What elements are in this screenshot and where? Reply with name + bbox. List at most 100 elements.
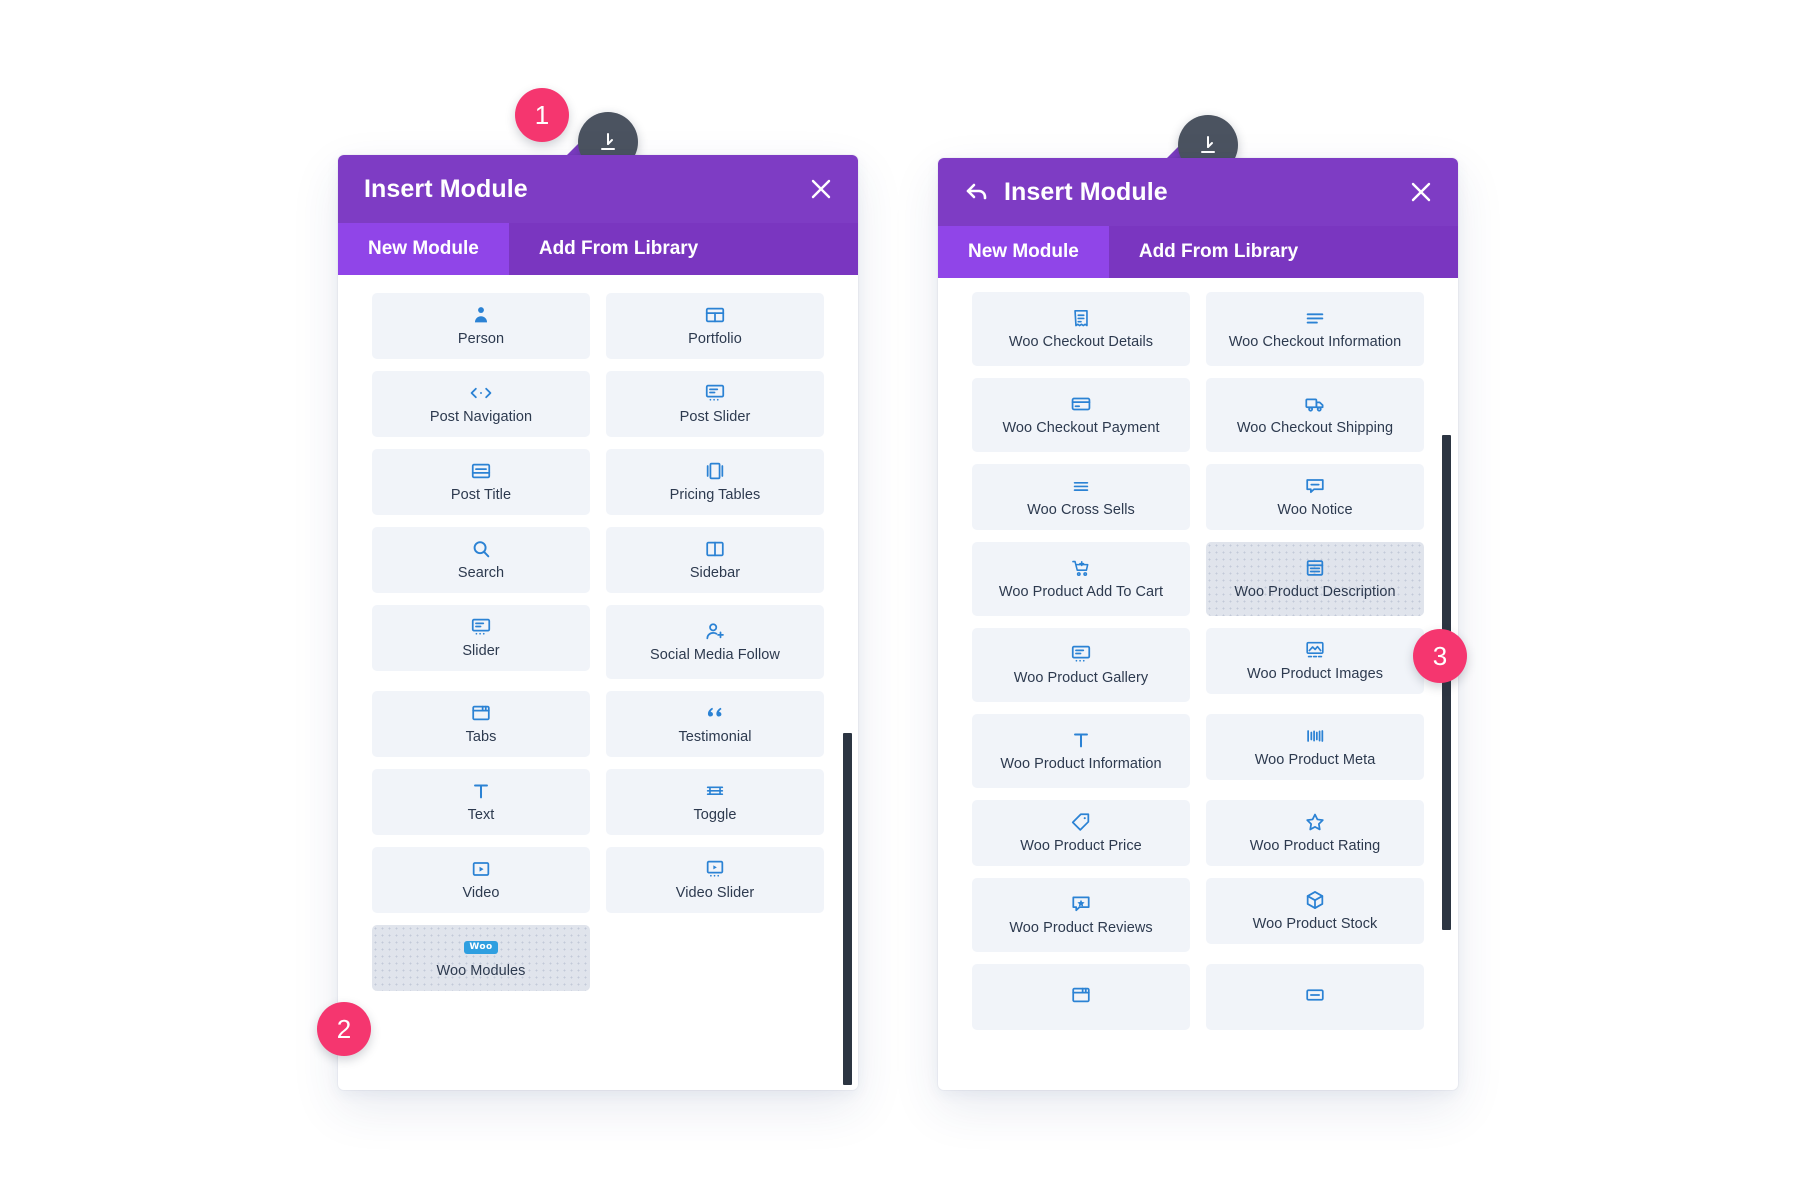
module-card-woo-product-gallery[interactable]: Woo Product Gallery <box>972 628 1190 702</box>
toggle-icon <box>704 780 726 802</box>
module-card-text[interactable]: Text <box>372 769 590 835</box>
left-modal-header: Insert Module <box>338 155 858 223</box>
module-card-woo-product-description[interactable]: Woo Product Description <box>1206 542 1424 616</box>
module-card-label: Woo Product Meta <box>1254 752 1376 769</box>
module-card-woo-checkout-payment[interactable]: Woo Checkout Payment <box>972 378 1190 452</box>
add-to-cart-icon <box>1070 557 1092 579</box>
tab-add-from-library-label: Add From Library <box>1138 241 1299 262</box>
images-icon <box>1304 639 1326 661</box>
close-icon[interactable] <box>808 176 834 202</box>
tabs-icon <box>470 702 492 724</box>
module-card-woo-product-meta[interactable]: Woo Product Meta <box>1206 714 1424 780</box>
module-card-woo-checkout-details[interactable]: Woo Checkout Details <box>972 292 1190 366</box>
module-card-woo-product-price[interactable]: Woo Product Price <box>972 800 1190 866</box>
module-card-label: Woo Product Reviews <box>1009 920 1153 937</box>
module-card-slider[interactable]: Slider <box>372 605 590 671</box>
truck-icon <box>1304 393 1326 415</box>
post-navigation-icon <box>469 382 493 404</box>
close-icon[interactable] <box>1408 179 1434 205</box>
video-slider-icon <box>704 858 726 880</box>
module-card-woo-product-rating[interactable]: Woo Product Rating <box>1206 800 1424 866</box>
person-icon <box>470 304 492 326</box>
module-card-label: Search <box>457 565 505 582</box>
module-card-person[interactable]: Person <box>372 293 590 359</box>
module-card-post-slider[interactable]: Post Slider <box>606 371 824 437</box>
woo-logo-icon: Woo <box>464 936 498 958</box>
module-card-video-slider[interactable]: Video Slider <box>606 847 824 913</box>
tabs-icon <box>1070 984 1092 1006</box>
module-card-label: Slider <box>462 643 500 660</box>
pricing-tables-icon <box>704 460 726 482</box>
module-card-post-title[interactable]: Post Title <box>372 449 590 515</box>
left-modal-title: Insert Module <box>364 174 528 203</box>
module-card-search[interactable]: Search <box>372 527 590 593</box>
tab-add-from-library[interactable]: Add From Library <box>1109 226 1328 278</box>
module-card-pricing-tables[interactable]: Pricing Tables <box>606 449 824 515</box>
star-icon <box>1304 811 1326 833</box>
module-card-label: Woo Product Description <box>1234 584 1396 601</box>
module-card-woo-notice[interactable]: Woo Notice <box>1206 464 1424 530</box>
module-card-woo-modules[interactable]: Woo Woo Modules <box>372 925 590 991</box>
module-card-testimonial[interactable]: Testimonial <box>606 691 824 757</box>
post-title-icon <box>470 460 492 482</box>
module-card-woo-product-stock[interactable]: Woo Product Stock <box>1206 878 1424 944</box>
module-card-label: Woo Checkout Information <box>1228 334 1402 351</box>
tab-add-from-library[interactable]: Add From Library <box>509 223 728 275</box>
left-modal-tabs: New Module Add From Library <box>338 223 858 275</box>
tab-new-module[interactable]: New Module <box>938 226 1109 278</box>
module-card-woo-checkout-shipping[interactable]: Woo Checkout Shipping <box>1206 378 1424 452</box>
right-modal-tabs: New Module Add From Library <box>938 226 1458 278</box>
box-icon <box>1304 889 1326 911</box>
module-card-label: Woo Product Images <box>1246 666 1384 683</box>
gallery-icon <box>1070 643 1092 665</box>
step-badge-3: 3 <box>1413 629 1467 683</box>
tab-new-module-label: New Module <box>968 241 1079 262</box>
right-module-grid: Woo Checkout Details Woo Checkout Informa… <box>972 292 1424 1030</box>
module-card-label: Tabs <box>465 729 497 746</box>
module-card-post-navigation[interactable]: Post Navigation <box>372 371 590 437</box>
module-card-woo-checkout-information[interactable]: Woo Checkout Information <box>1206 292 1424 366</box>
left-modal-scrollbar[interactable] <box>843 733 852 1085</box>
module-card-woo-cross-sells[interactable]: Woo Cross Sells <box>972 464 1190 530</box>
module-card-label: Post Title <box>450 487 512 504</box>
price-tag-icon <box>1070 811 1092 833</box>
portfolio-grid-icon <box>704 304 726 326</box>
module-card-woo-product-information[interactable]: Woo Product Information <box>972 714 1190 788</box>
module-card-toggle[interactable]: Toggle <box>606 769 824 835</box>
module-card-label: Post Navigation <box>429 409 533 426</box>
module-card-portfolio[interactable]: Portfolio <box>606 293 824 359</box>
module-card-woo-product-add-to-cart[interactable]: Woo Product Add To Cart <box>972 542 1190 616</box>
left-modal-body: Person Portfolio Post Navigation Post Slide… <box>338 275 858 1090</box>
right-modal-header: Insert Module <box>938 158 1458 226</box>
module-card-label: Woo Checkout Payment <box>1002 420 1160 437</box>
module-card-tabs[interactable]: Tabs <box>372 691 590 757</box>
right-modal-body: Woo Checkout Details Woo Checkout Informa… <box>938 278 1458 1090</box>
module-card-label: Toggle <box>693 807 737 824</box>
slider-icon <box>470 616 492 638</box>
left-module-grid: Person Portfolio Post Navigation Post Slide… <box>372 293 824 991</box>
meta-bars-icon <box>1304 725 1326 747</box>
list-lines-icon <box>1070 475 1092 497</box>
right-modal-title: Insert Module <box>1004 177 1168 206</box>
tab-new-module-label: New Module <box>368 238 479 259</box>
text-icon <box>470 780 492 802</box>
tab-new-module[interactable]: New Module <box>338 223 509 275</box>
module-card-label: Testimonial <box>678 729 752 746</box>
module-card-woo-product-reviews[interactable]: Woo Product Reviews <box>972 878 1190 952</box>
module-card-label: Text <box>467 807 495 824</box>
module-card-partial[interactable] <box>972 964 1190 1030</box>
back-arrow-icon[interactable] <box>964 179 990 205</box>
insert-module-dialog-right: Insert Module New Module Add From Librar… <box>938 158 1458 1090</box>
module-card-partial[interactable] <box>1206 964 1424 1030</box>
sidebar-icon <box>704 538 726 560</box>
module-card-woo-product-images[interactable]: Woo Product Images <box>1206 628 1424 694</box>
module-card-social-media-follow[interactable]: Social Media Follow <box>606 605 824 679</box>
checkout-details-icon <box>1070 307 1092 329</box>
module-card-sidebar[interactable]: Sidebar <box>606 527 824 593</box>
module-card-label: Social Media Follow <box>650 647 780 664</box>
module-card-label: Woo Notice <box>1277 502 1353 519</box>
module-card-label: Post Slider <box>679 409 751 426</box>
module-card-video[interactable]: Video <box>372 847 590 913</box>
module-card-label: Woo Product Price <box>1020 838 1142 855</box>
credit-card-icon <box>1070 393 1092 415</box>
